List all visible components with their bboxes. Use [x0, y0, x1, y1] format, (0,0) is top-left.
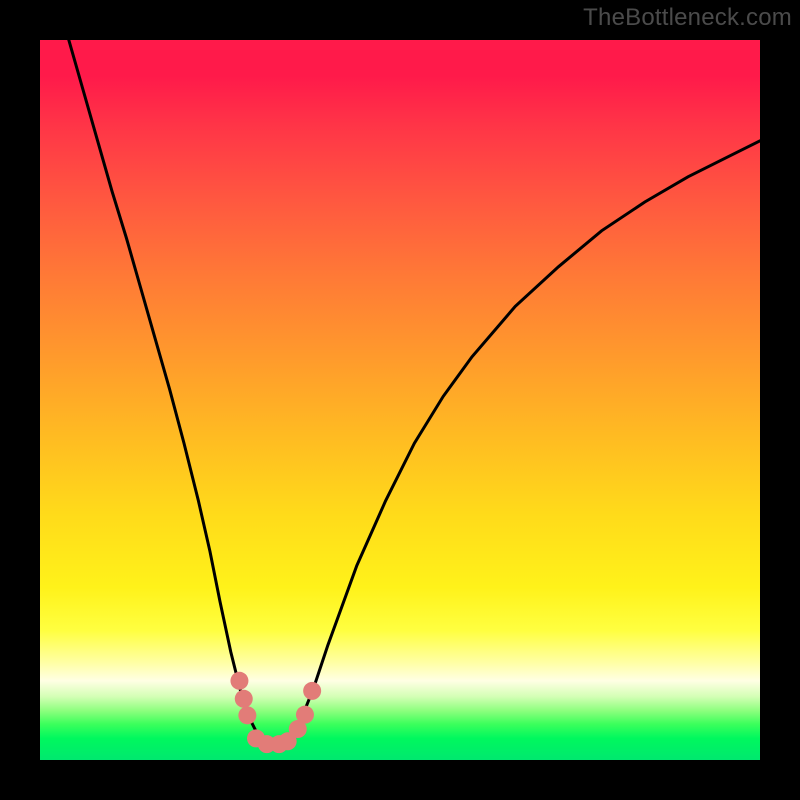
- watermark-text: TheBottleneck.com: [583, 4, 792, 32]
- curve-marker: [238, 706, 256, 724]
- curve-left: [69, 40, 271, 746]
- curve-right: [270, 141, 760, 746]
- curve-svg: [40, 40, 760, 760]
- plot-area: [40, 40, 760, 760]
- curve-marker: [296, 706, 314, 724]
- curve-marker: [235, 690, 253, 708]
- curve-marker: [230, 672, 248, 690]
- chart-frame: TheBottleneck.com: [0, 0, 800, 800]
- marker-group: [230, 672, 321, 753]
- curve-marker: [303, 682, 321, 700]
